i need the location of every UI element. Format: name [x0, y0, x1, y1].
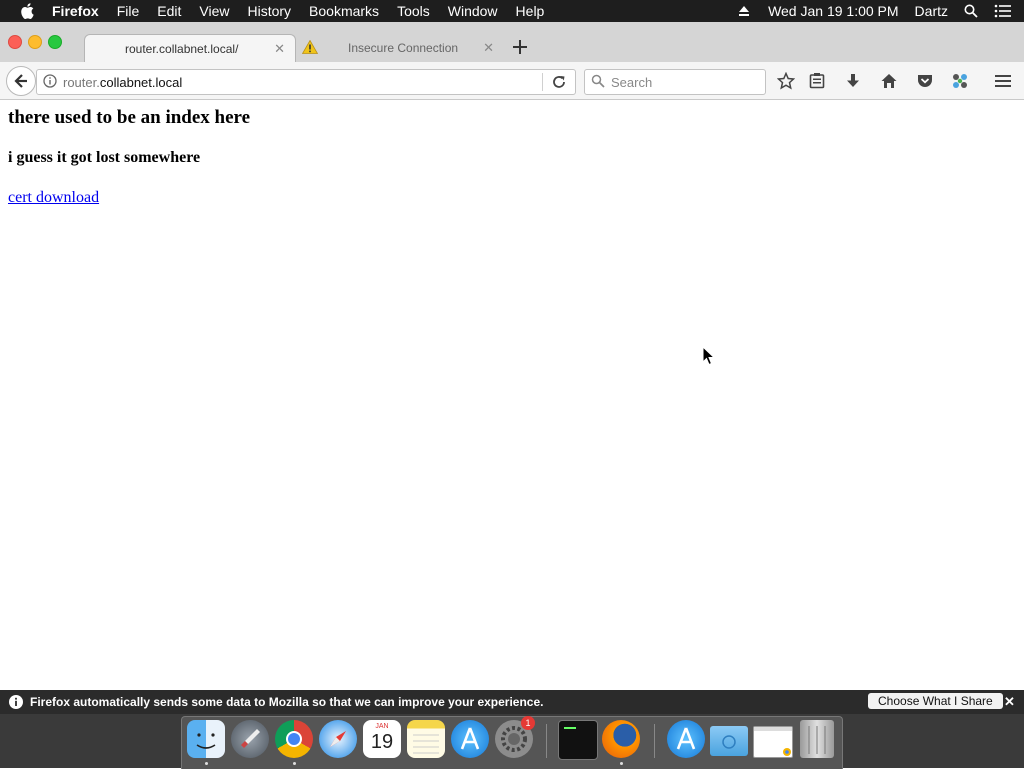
- terminal-icon[interactable]: [558, 720, 598, 760]
- close-window-button[interactable]: [8, 35, 22, 49]
- url-text: router.collabnet.local: [63, 75, 182, 90]
- calendar-month: JAN: [375, 723, 389, 730]
- firefox-icon[interactable]: [602, 720, 640, 758]
- url-domain: collabnet.local: [99, 75, 183, 90]
- back-arrow-icon: [14, 74, 27, 88]
- extension-icon[interactable]: [951, 72, 969, 90]
- info-icon: [9, 695, 23, 709]
- search-placeholder: Search: [611, 75, 653, 90]
- menu-history[interactable]: History: [247, 0, 291, 22]
- page-heading: there used to be an index here: [8, 107, 251, 128]
- url-bar[interactable]: router.collabnet.local: [36, 69, 576, 95]
- choose-what-i-share-button[interactable]: Choose What I Share: [868, 693, 1003, 709]
- minimize-window-button[interactable]: [28, 35, 42, 49]
- notes-icon[interactable]: [407, 720, 445, 758]
- mouse-cursor-icon: [702, 346, 716, 366]
- app-store-icon[interactable]: [451, 720, 489, 758]
- menu-user[interactable]: Dartz: [915, 3, 948, 19]
- new-tab-button[interactable]: [512, 38, 528, 61]
- launchpad-icon[interactable]: [231, 720, 269, 758]
- app-store-a-icon: [460, 727, 480, 750]
- url-prefix: router.: [63, 75, 100, 90]
- app-store-folder-icon[interactable]: [667, 720, 705, 758]
- notes-lines-icon: [413, 734, 439, 754]
- bookmark-star-icon[interactable]: [777, 72, 795, 90]
- hamburger-menu-icon[interactable]: [994, 72, 1012, 90]
- notification-badge: 1: [521, 716, 535, 730]
- back-button[interactable]: [6, 66, 36, 96]
- running-indicator: [293, 762, 296, 765]
- pocket-icon[interactable]: [916, 72, 934, 90]
- running-indicator: [205, 762, 208, 765]
- system-preferences-icon[interactable]: 1: [495, 716, 535, 758]
- tab-title: Insecure Connection: [348, 41, 459, 55]
- chrome-badge-icon: [754, 727, 792, 756]
- trash-icon[interactable]: [800, 720, 834, 758]
- maximize-window-button[interactable]: [48, 35, 62, 49]
- menu-bookmarks[interactable]: Bookmarks: [309, 0, 379, 22]
- menu-help[interactable]: Help: [516, 0, 545, 22]
- safari-icon[interactable]: [319, 720, 357, 758]
- cert-download-link[interactable]: cert download: [8, 189, 99, 207]
- info-icon[interactable]: [43, 74, 57, 88]
- tab-insecure-connection[interactable]: Insecure Connection ✕: [298, 34, 504, 62]
- chrome-icon[interactable]: [275, 720, 313, 758]
- compass-icon: [330, 731, 346, 747]
- app-store-a-icon: [676, 727, 696, 750]
- menu-app-firefox[interactable]: Firefox: [52, 0, 99, 22]
- downloads-icon[interactable]: [844, 72, 862, 90]
- menu-clock[interactable]: Wed Jan 19 1:00 PM: [768, 3, 898, 19]
- spotlight-icon[interactable]: [964, 4, 978, 18]
- folder-icon[interactable]: [710, 726, 748, 756]
- notification-bar: Firefox automatically sends some data to…: [0, 690, 1024, 714]
- apple-icon[interactable]: [20, 3, 34, 19]
- menu-tools[interactable]: Tools: [397, 0, 430, 22]
- tab-title: router.collabnet.local/: [125, 42, 239, 56]
- reload-icon[interactable]: [551, 74, 567, 90]
- eject-icon[interactable]: [738, 5, 750, 17]
- finder-face-icon: [196, 733, 216, 749]
- chrome-center-icon: [286, 731, 302, 747]
- plus-icon: [513, 40, 527, 54]
- calendar-icon[interactable]: JAN 19: [363, 720, 401, 758]
- folder-download-icon: [722, 735, 736, 749]
- menu-file[interactable]: File: [117, 0, 140, 22]
- trash-ribs-icon: [808, 726, 826, 754]
- home-icon[interactable]: [880, 72, 898, 90]
- close-tab-icon[interactable]: ✕: [483, 40, 494, 56]
- page-subheading: i guess it got lost somewhere: [8, 149, 201, 166]
- menu-view[interactable]: View: [199, 0, 229, 22]
- finder-icon[interactable]: [187, 720, 225, 758]
- warning-icon: [302, 40, 318, 54]
- window-thumbnail-icon[interactable]: [753, 726, 793, 758]
- page-content: there used to be an index here i guess i…: [8, 100, 250, 207]
- rocket-icon: [241, 729, 260, 748]
- running-indicator: [620, 762, 623, 765]
- url-separator: [542, 73, 543, 91]
- search-icon: [591, 74, 605, 88]
- tab-router[interactable]: router.collabnet.local/ ✕: [84, 34, 296, 63]
- notification-message: Firefox automatically sends some data to…: [30, 695, 544, 709]
- dock-separator: [546, 724, 547, 758]
- close-tab-icon[interactable]: ✕: [274, 41, 285, 57]
- calendar-day: 19: [370, 731, 394, 753]
- close-notification-icon[interactable]: ✕: [1004, 694, 1015, 710]
- search-input[interactable]: Search: [584, 69, 766, 95]
- notification-center-icon[interactable]: [994, 4, 1012, 18]
- bookmarks-menu-icon[interactable]: [808, 72, 826, 90]
- menu-bar: Firefox File Edit View History Bookmarks…: [0, 0, 1024, 22]
- menu-window[interactable]: Window: [448, 0, 498, 22]
- dock-separator: [654, 724, 655, 758]
- menu-edit[interactable]: Edit: [157, 0, 181, 22]
- terminal-prompt-icon: [564, 727, 576, 729]
